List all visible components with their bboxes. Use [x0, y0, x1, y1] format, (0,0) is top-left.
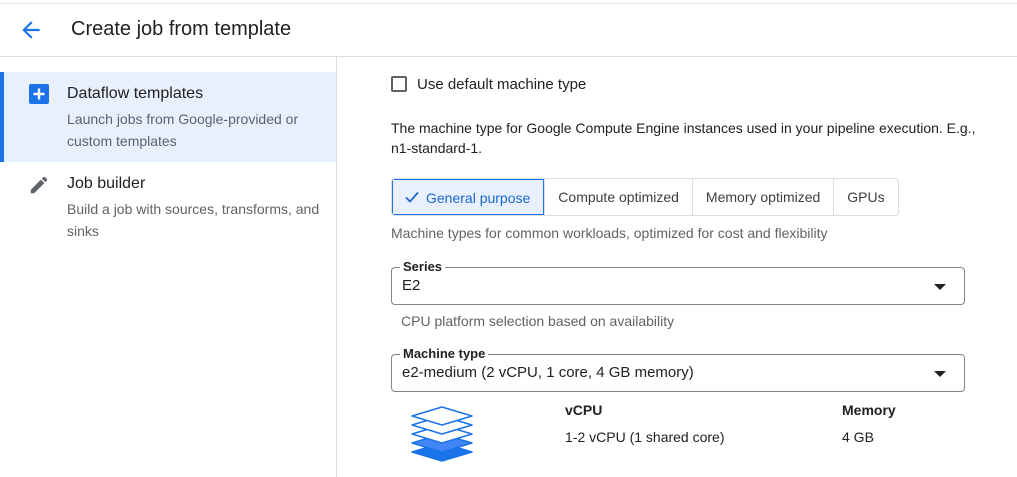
page-header: Create job from template — [0, 4, 1017, 57]
default-machine-label[interactable]: Use default machine type — [417, 76, 586, 93]
dropdown-arrow-icon — [934, 371, 946, 377]
tab-label: General purpose — [426, 190, 531, 206]
vcpu-value: 1-2 vCPU (1 shared core) — [565, 429, 725, 445]
main-content: Use default machine type The machine typ… — [337, 57, 1017, 477]
tab-help-text: Machine types for common workloads, opti… — [391, 225, 828, 241]
sidebar-item-subtitle: Launch jobs from Google-provided or cust… — [67, 111, 299, 149]
sidebar-item-subtitle: Build a job with sources, transforms, an… — [67, 201, 320, 239]
tab-label: Compute optimized — [558, 189, 679, 205]
check-icon — [405, 180, 419, 215]
machine-type-select[interactable]: Machine type e2-medium (2 vCPU, 1 core, … — [391, 346, 965, 392]
machine-type-description: The machine type for Google Compute Engi… — [391, 120, 976, 156]
tab-label: GPUs — [847, 189, 885, 205]
sidebar-item-job-builder[interactable]: Job builder Build a job with sources, tr… — [0, 162, 336, 252]
tab-memory-optimized[interactable]: Memory optimized — [691, 179, 833, 215]
series-help-text: CPU platform selection based on availabi… — [401, 313, 675, 329]
default-machine-checkbox[interactable] — [391, 76, 407, 92]
series-value: E2 — [402, 277, 421, 294]
machine-type-value: e2-medium (2 vCPU, 1 core, 4 GB memory) — [402, 364, 694, 381]
page-title: Create job from template — [71, 18, 292, 40]
sidebar-item-title: Job builder — [67, 175, 146, 192]
memory-value: 4 GB — [842, 429, 874, 445]
sidebar: Dataflow templates Launch jobs from Goog… — [0, 57, 337, 477]
tab-compute-optimized[interactable]: Compute optimized — [544, 179, 692, 215]
tab-general-purpose[interactable]: General purpose — [392, 179, 545, 215]
series-select[interactable]: Series E2 — [391, 259, 965, 305]
pencil-icon — [28, 174, 50, 196]
sidebar-item-title: Dataflow templates — [67, 85, 204, 102]
vcpu-heading: vCPU — [565, 402, 603, 418]
dropdown-arrow-icon — [934, 284, 946, 290]
machine-family-tabs: General purpose Compute optimized Memory… — [391, 178, 899, 216]
back-arrow-icon[interactable] — [18, 17, 44, 43]
series-label: Series — [400, 259, 446, 275]
machine-stack-icon — [409, 399, 475, 469]
tab-label: Memory optimized — [705, 189, 821, 205]
sidebar-item-dataflow-templates[interactable]: Dataflow templates Launch jobs from Goog… — [0, 72, 336, 162]
memory-heading: Memory — [842, 402, 896, 418]
add-box-icon — [28, 83, 50, 105]
tab-gpus[interactable]: GPUs — [833, 179, 897, 215]
machine-type-label: Machine type — [400, 346, 489, 362]
